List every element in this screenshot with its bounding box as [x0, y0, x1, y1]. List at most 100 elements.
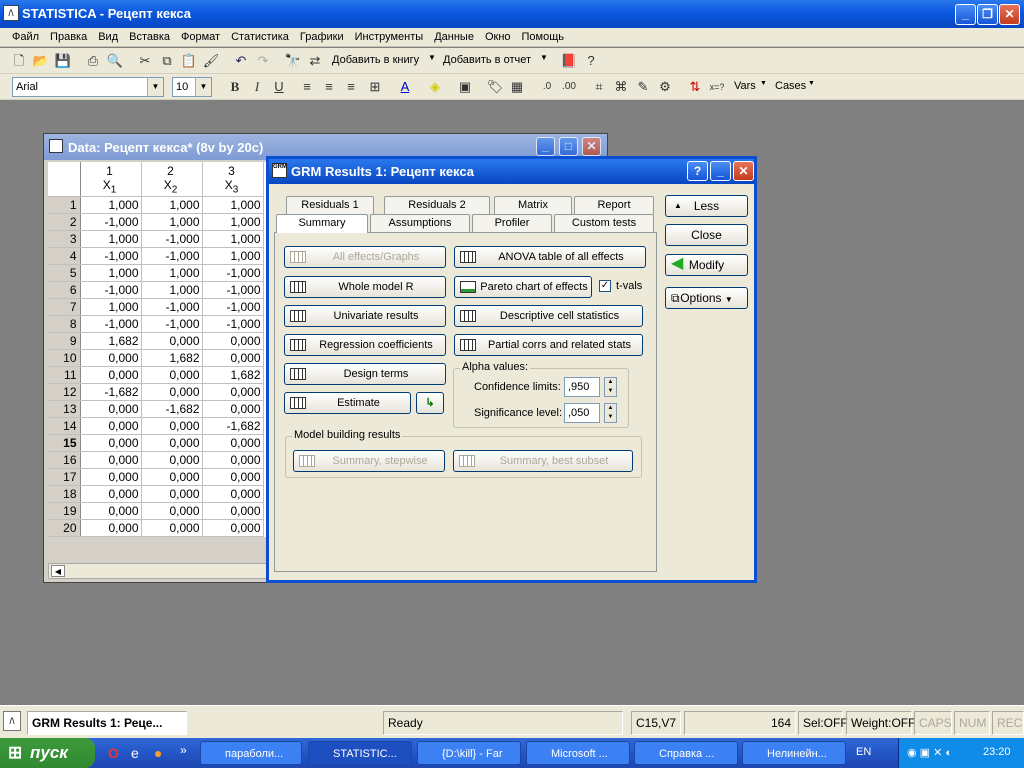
- formula-icon[interactable]: x=?: [708, 78, 726, 96]
- browser-icon[interactable]: e: [131, 745, 139, 761]
- data-cell[interactable]: -1,000: [202, 281, 264, 299]
- font-select[interactable]: Arial ▼: [12, 77, 164, 97]
- var-props-icon[interactable]: ⚙: [656, 78, 674, 96]
- table-row[interactable]: 19 0,000 0,000 0,000: [48, 502, 264, 520]
- tab-report[interactable]: Report: [574, 196, 654, 214]
- data-cell[interactable]: 0,000: [141, 519, 203, 537]
- var-edit-icon[interactable]: ✎: [634, 78, 652, 96]
- estimate-options-icon[interactable]: ↳: [416, 392, 444, 414]
- sort-icon[interactable]: ⇅: [686, 78, 704, 96]
- data-cell[interactable]: -1,000: [141, 315, 203, 333]
- whole-model-r-button[interactable]: Whole model R: [284, 276, 446, 298]
- data-cell[interactable]: 1,682: [80, 332, 142, 350]
- font-color-icon[interactable]: A: [396, 78, 414, 96]
- add-to-report-button[interactable]: Добавить в отчет: [443, 54, 531, 66]
- confidence-limits-input[interactable]: ,950: [564, 377, 600, 397]
- tab-residuals-1[interactable]: Residuals 1: [286, 196, 374, 214]
- print-icon[interactable]: ⎙: [84, 52, 102, 70]
- menu-edit[interactable]: Правка: [44, 28, 92, 43]
- table-row[interactable]: 6 -1,000 1,000 -1,000: [48, 281, 264, 299]
- font-size-select[interactable]: 10 ▼: [172, 77, 212, 97]
- all-specs-icon[interactable]: ⌘: [612, 78, 630, 96]
- partial-corrs-button[interactable]: Partial corrs and related stats: [454, 334, 643, 356]
- table-row[interactable]: 8 -1,000 -1,000 -1,000: [48, 315, 264, 333]
- table-row[interactable]: 9 1,682 0,000 0,000: [48, 332, 264, 350]
- chevron-down-icon[interactable]: ▼: [760, 80, 767, 87]
- options-button[interactable]: ⧉ Options ▼: [665, 287, 748, 309]
- data-cell[interactable]: 1,000: [141, 281, 203, 299]
- summary-stepwise-button[interactable]: Summary, stepwise: [293, 450, 445, 472]
- task-button[interactable]: Microsoft ...: [526, 741, 630, 765]
- close-button[interactable]: ✕: [999, 4, 1020, 25]
- row-header[interactable]: 11: [48, 366, 81, 384]
- maximize-button[interactable]: □: [559, 137, 578, 156]
- start-button[interactable]: ⊞ пуск: [0, 738, 95, 768]
- data-cell[interactable]: -1,000: [141, 230, 203, 248]
- data-cell[interactable]: 1,000: [141, 264, 203, 282]
- paste-icon[interactable]: 📋: [180, 52, 198, 70]
- row-header[interactable]: 12: [48, 383, 81, 401]
- chevron-down-icon[interactable]: ▼: [808, 80, 815, 87]
- row-header[interactable]: 1: [48, 196, 81, 214]
- data-cell[interactable]: -1,000: [202, 264, 264, 282]
- row-header[interactable]: 4: [48, 247, 81, 265]
- statistica-icon[interactable]: /\: [3, 711, 21, 731]
- data-cell[interactable]: 1,682: [141, 349, 203, 367]
- minimize-button[interactable]: _: [536, 137, 555, 156]
- table-row[interactable]: 17 0,000 0,000 0,000: [48, 468, 264, 486]
- merge-icon[interactable]: ⊞: [366, 78, 384, 96]
- data-cell[interactable]: 0,000: [80, 485, 142, 503]
- chevron-down-icon[interactable]: ▼: [540, 53, 548, 62]
- find-icon[interactable]: 🔭: [284, 52, 302, 70]
- menu-file[interactable]: Файл: [0, 28, 44, 43]
- data-grid[interactable]: 1 X1 2 X2 3 X3 1 1,000 1,000 1,000 2 -1,000 1,000…: [48, 162, 268, 537]
- row-header[interactable]: 10: [48, 349, 81, 367]
- task-button[interactable]: параболи...: [200, 741, 302, 765]
- row-header[interactable]: 2: [48, 213, 81, 231]
- horizontal-scrollbar[interactable]: ◀: [48, 563, 268, 579]
- minimize-button[interactable]: _: [710, 161, 731, 181]
- data-cell[interactable]: 1,000: [80, 196, 142, 214]
- grid-icon[interactable]: ▦: [508, 78, 526, 96]
- vars-menu[interactable]: Vars: [734, 80, 756, 92]
- row-header[interactable]: 17: [48, 468, 81, 486]
- table-row[interactable]: 11 0,000 0,000 1,682: [48, 366, 264, 384]
- close-button[interactable]: ✕: [733, 161, 754, 181]
- menu-insert[interactable]: Вставка: [123, 28, 175, 43]
- row-header[interactable]: 7: [48, 298, 81, 316]
- data-cell[interactable]: 1,000: [202, 230, 264, 248]
- row-header[interactable]: 13: [48, 400, 81, 418]
- data-cell[interactable]: 0,000: [80, 468, 142, 486]
- data-cell[interactable]: -1,000: [80, 213, 142, 231]
- menu-graphs[interactable]: Графики: [294, 28, 349, 43]
- data-cell[interactable]: 1,000: [202, 247, 264, 265]
- data-cell[interactable]: 1,000: [141, 196, 203, 214]
- data-cell[interactable]: 1,000: [141, 213, 203, 231]
- opera-icon[interactable]: O: [108, 745, 119, 761]
- data-cell[interactable]: 0,000: [80, 451, 142, 469]
- task-button[interactable]: {D:\kill} - Far: [417, 741, 521, 765]
- data-cell[interactable]: 0,000: [80, 434, 142, 452]
- table-row[interactable]: 5 1,000 1,000 -1,000: [48, 264, 264, 282]
- cases-menu[interactable]: Cases: [775, 80, 806, 92]
- anova-table-button[interactable]: ANOVA table of all effects: [454, 246, 646, 268]
- quick-launch-more-icon[interactable]: »: [180, 743, 187, 757]
- close-button[interactable]: ✕: [582, 137, 601, 156]
- row-header[interactable]: 18: [48, 485, 81, 503]
- tray-icons[interactable]: ◉ ▣ ✕ ◐: [907, 746, 952, 759]
- data-cell[interactable]: 0,000: [80, 366, 142, 384]
- data-cell[interactable]: 0,000: [141, 417, 203, 435]
- underline-icon[interactable]: U: [270, 78, 288, 96]
- row-header[interactable]: 19: [48, 502, 81, 520]
- data-cell[interactable]: -1,000: [202, 298, 264, 316]
- data-cell[interactable]: 0,000: [141, 366, 203, 384]
- minimize-button[interactable]: _: [955, 4, 976, 25]
- menu-data[interactable]: Данные: [428, 28, 479, 43]
- replace-icon[interactable]: ⇄: [306, 52, 324, 70]
- row-header[interactable]: 20: [48, 519, 81, 537]
- data-cell[interactable]: -1,000: [141, 247, 203, 265]
- data-cell[interactable]: 1,000: [202, 196, 264, 214]
- menu-statistics[interactable]: Статистика: [225, 28, 294, 43]
- data-cell[interactable]: -1,682: [80, 383, 142, 401]
- row-header[interactable]: 9: [48, 332, 81, 350]
